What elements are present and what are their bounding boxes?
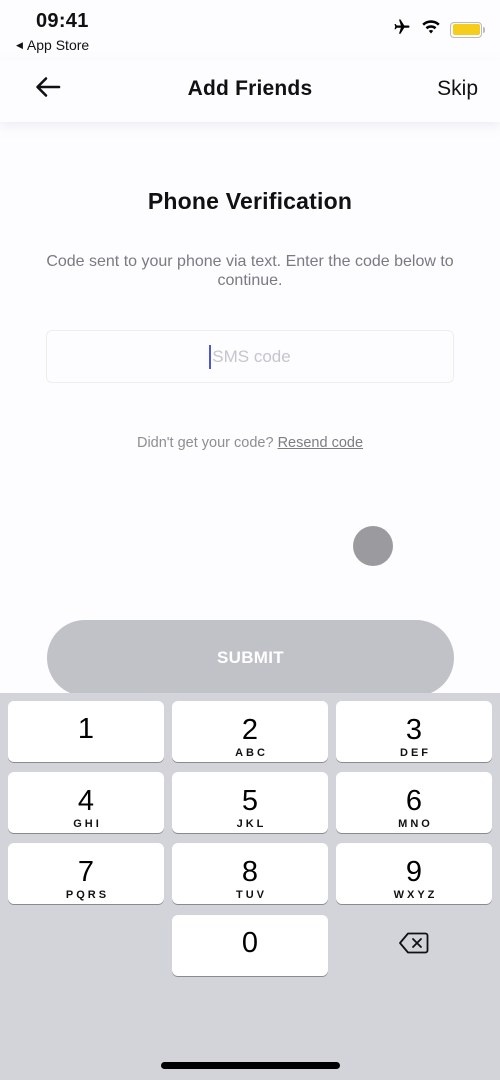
touch-indicator [353, 526, 393, 566]
resend-row: Didn't get your code? Resend code [0, 435, 500, 451]
status-time: 09:41 [36, 10, 89, 32]
key-letters: GHI [73, 818, 102, 830]
key-letters: WXYZ [393, 889, 438, 901]
key-digit: 8 [241, 856, 259, 888]
key-digit: 3 [405, 714, 423, 746]
key-2[interactable]: 2 ABC [172, 701, 328, 762]
sms-code-input[interactable]: SMS code [46, 330, 454, 383]
key-digit: 2 [241, 714, 259, 746]
sms-code-placeholder: SMS code [212, 346, 291, 366]
status-icons [392, 18, 485, 41]
key-letters: TUV [236, 889, 267, 901]
text-caret [209, 344, 212, 369]
key-5[interactable]: 5 JKL [172, 772, 328, 833]
key-1[interactable]: 1 [8, 701, 164, 762]
key-3[interactable]: 3 DEF [336, 701, 492, 762]
verification-instructions: Code sent to your phone via text. Enter … [46, 253, 454, 289]
key-8[interactable]: 8 TUV [172, 843, 328, 904]
key-digit: 4 [77, 785, 95, 817]
key-0[interactable]: 0 [172, 915, 328, 976]
key-digit: 1 [77, 713, 95, 745]
numeric-keyboard: 1 2 ABC 3 DEF 4 GHI 5 JKL 6 MNO 7 PQRS 8… [0, 693, 500, 1080]
key-digit: 6 [405, 785, 423, 817]
back-triangle-icon: ◀ [16, 39, 23, 50]
wifi-icon [421, 19, 441, 40]
key-letters: DEF [400, 747, 431, 759]
battery-icon [450, 21, 485, 38]
key-7[interactable]: 7 PQRS [8, 843, 164, 904]
key-9[interactable]: 9 WXYZ [336, 843, 492, 904]
key-6[interactable]: 6 MNO [336, 772, 492, 833]
key-digit: 0 [241, 927, 259, 959]
key-digit: 7 [77, 856, 95, 888]
resend-code-link[interactable]: Resend code [278, 435, 363, 451]
status-bar: 09:41 ◀ App Store [0, 0, 500, 60]
key-letters: MNO [398, 818, 433, 830]
back-to-app-store[interactable]: ◀ App Store [16, 37, 89, 53]
delete-key[interactable] [336, 915, 492, 976]
key-digit: 5 [241, 785, 259, 817]
resend-prompt: Didn't get your code? [136, 435, 274, 451]
key-4[interactable]: 4 GHI [8, 772, 164, 833]
key-letters: ABC [235, 747, 268, 759]
back-app-label: App Store [26, 37, 90, 53]
submit-button[interactable]: SUBMIT [47, 620, 454, 696]
key-letters: PQRS [65, 889, 110, 901]
home-indicator[interactable] [161, 1062, 340, 1069]
key-digit: 9 [405, 856, 423, 888]
verification-heading: Phone Verification [147, 188, 353, 214]
key-letters: JKL [236, 818, 267, 830]
airplane-icon [392, 18, 412, 41]
nav-bar: Add Friends Skip [0, 60, 500, 122]
backspace-icon [398, 931, 430, 960]
page-title: Add Friends [187, 77, 313, 100]
skip-button[interactable]: Skip [437, 77, 478, 101]
